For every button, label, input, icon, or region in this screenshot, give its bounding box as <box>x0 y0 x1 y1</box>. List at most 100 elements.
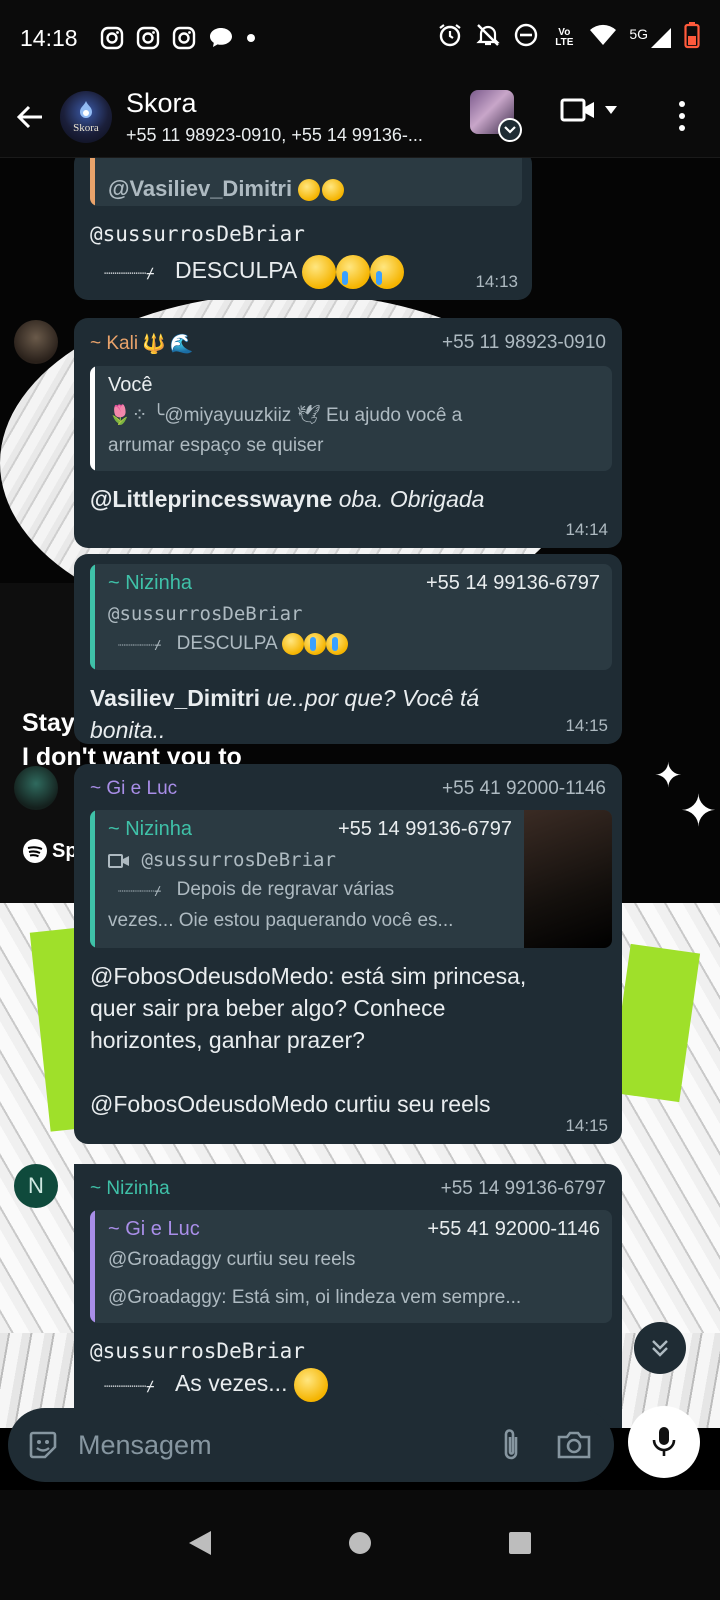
signal-icon: 5G <box>629 26 672 50</box>
back-arrow-icon[interactable] <box>10 97 50 137</box>
sender-phone: +55 14 99136-6797 <box>440 1178 606 1199</box>
message-time: 14:15 <box>565 716 608 735</box>
message-text: @sussurrosDeBriar <box>90 222 305 246</box>
quote-phone: +55 11 98923-0910 <box>337 158 510 170</box>
quote-phone: +55 14 99136-6797 <box>425 572 600 594</box>
reply-quote[interactable]: ~ Nizinha +55 14 99136-6797 @sussurrosDe… <box>90 810 612 948</box>
chat-area[interactable]: Stay I don't want you to Sp ✦ ✦ Kali +55… <box>0 158 720 1428</box>
microphone-icon <box>652 1427 676 1456</box>
decorative-prefix: ┈┈┈┈┈⌿ <box>104 266 155 282</box>
dove-icon: 🕊 <box>296 405 321 426</box>
nav-recents-icon[interactable] <box>507 1530 533 1561</box>
camera-icon[interactable] <box>556 1429 592 1461</box>
wallpaper-spotify-label: Sp <box>22 838 78 864</box>
wave-icon: 🌊 <box>169 334 194 355</box>
voice-record-button[interactable] <box>628 1406 700 1478</box>
message-bubble[interactable]: ~ Nizinha +55 14 99136-6797 ~ Gi e Luc +… <box>74 1164 622 1428</box>
chevron-down-icon <box>498 118 522 142</box>
message-time: 14:15 <box>565 1116 608 1135</box>
quoted-video-thumbnail <box>524 810 612 948</box>
flushed-face-emoji <box>281 632 304 655</box>
reply-quote[interactable]: Você 🌷⁘ ╰@miyayuuzkiiz 🕊 Eu ajudo você a… <box>90 366 612 471</box>
chat-bubble-icon <box>208 26 234 50</box>
message-text: @FobosOdeusdoMedo curtiu seu reels <box>90 1091 491 1117</box>
mention[interactable]: Vasiliev_Dimitri <box>90 685 260 711</box>
message-text: As vezes... <box>174 1370 288 1396</box>
dot-icon <box>246 33 256 43</box>
group-avatar[interactable]: Skora <box>60 90 112 143</box>
video-camera-icon <box>560 98 594 122</box>
caret-down-icon <box>605 106 617 114</box>
crying-face-emoji <box>303 632 326 655</box>
message-bubble[interactable]: Kali +55 11 98923-0910 @Vasiliev_Dimitri… <box>74 158 532 300</box>
chat-title: Skora <box>126 87 197 118</box>
message-text: oba. Obrigada <box>338 486 485 512</box>
reply-quote[interactable]: Kali +55 11 98923-0910 @Vasiliev_Dimitri <box>90 158 522 206</box>
message-text: horizontes, ganhar prazer? <box>90 1027 365 1053</box>
flushed-face-emoji <box>322 179 345 202</box>
sparkle-icon: ✦ <box>654 757 683 795</box>
quote-sender: ~ Gi e Luc <box>108 1218 200 1240</box>
flushed-face-emoji <box>298 179 321 202</box>
sender-phone: +55 41 92000-1146 <box>442 778 606 799</box>
message-text: DESCULPA <box>174 257 296 283</box>
crying-face-emoji <box>336 254 371 289</box>
chat-header: Skora Skora +55 11 98923-0910, +55 14 99… <box>0 76 720 158</box>
reply-quote[interactable]: ~ Nizinha +55 14 99136-6797 @sussurrosDe… <box>90 564 612 670</box>
message-text: quer sair pra beber algo? Conhece <box>90 995 446 1021</box>
more-options-icon[interactable] <box>664 94 700 138</box>
sender-phone: +55 11 98923-0910 <box>442 332 606 353</box>
chat-subtitle: +55 11 98923-0910, +55 14 99136-... <box>126 124 423 145</box>
crying-face-emoji <box>370 254 405 289</box>
do-not-disturb-icon <box>513 22 539 54</box>
flame-logo-icon <box>80 100 92 118</box>
message-text: ue..por que? Você tá <box>266 685 480 711</box>
quote-sender: ~ Nizinha <box>108 572 192 594</box>
flushed-face-emoji <box>293 1367 328 1402</box>
instagram-icon <box>172 26 196 50</box>
nav-home-icon[interactable] <box>347 1530 373 1561</box>
scroll-to-bottom-button[interactable] <box>634 1322 686 1374</box>
notifications-off-icon <box>475 22 501 54</box>
message-bubble[interactable]: ~ Nizinha +55 14 99136-6797 @sussurrosDe… <box>74 554 622 744</box>
nav-back-icon[interactable] <box>187 1529 213 1562</box>
tulip-icon: 🌷 <box>108 405 132 426</box>
sender-avatar-gi-e-luc[interactable] <box>14 766 58 810</box>
message-composer <box>8 1408 614 1482</box>
quote-text: @Vasiliev_Dimitri <box>108 176 293 201</box>
video-call-button[interactable] <box>560 96 618 124</box>
attach-paperclip-icon[interactable] <box>500 1427 522 1463</box>
message-input[interactable] <box>78 1429 458 1461</box>
system-navigation-bar <box>0 1490 720 1600</box>
sender-avatar-nizinha[interactable]: N <box>14 1164 58 1208</box>
message-time: 14:13 <box>475 272 518 291</box>
sticker-icon[interactable] <box>26 1428 60 1462</box>
sender-avatar-kali[interactable] <box>14 320 58 364</box>
message-text: @sussurrosDeBriar <box>90 1339 305 1363</box>
volte-icon: Vo LTE <box>555 27 574 48</box>
chat-title-block[interactable]: Skora +55 11 98923-0910, +55 14 99136-..… <box>126 88 456 146</box>
group-logo-text: Skora <box>73 121 99 134</box>
spotify-icon <box>23 839 47 863</box>
sender-name: ~ Nizinha <box>90 1178 170 1199</box>
message-bubble[interactable]: ~ Gi e Luc +55 41 92000-1146 ~ Nizinha +… <box>74 764 622 1144</box>
sender-name: ~ Gi e Luc <box>90 778 178 799</box>
message-text: @FobosOdeusdoMedo: está sim princesa, <box>90 963 527 989</box>
status-time: 14:18 <box>20 24 78 51</box>
sparkle-icon: ✦ <box>680 787 717 836</box>
instagram-icon <box>100 26 124 50</box>
trident-icon: 🔱 <box>142 334 166 355</box>
quote-sender: Kali <box>108 158 141 170</box>
message-text: bonita.. <box>90 717 166 743</box>
quote-sender: Você <box>108 374 153 396</box>
quote-sender: ~ Nizinha <box>108 818 192 840</box>
ongoing-media-thumbnail[interactable] <box>470 90 522 142</box>
message-bubble[interactable]: ~ Kali 🔱 🌊 +55 11 98923-0910 Você 🌷⁘ ╰@m… <box>74 318 622 548</box>
status-bar: 14:18 Vo LTE 5G <box>0 0 720 76</box>
alarm-icon <box>437 22 463 54</box>
sparkle-icon: ⁘ <box>131 405 148 426</box>
mention[interactable]: @Littleprincesswayne <box>90 486 332 512</box>
reply-quote[interactable]: ~ Gi e Luc +55 41 92000-1146 @Groadaggy … <box>90 1210 612 1323</box>
sender-name: ~ Kali 🔱 🌊 <box>90 333 194 355</box>
quote-phone: +55 41 92000-1146 <box>427 1218 600 1240</box>
